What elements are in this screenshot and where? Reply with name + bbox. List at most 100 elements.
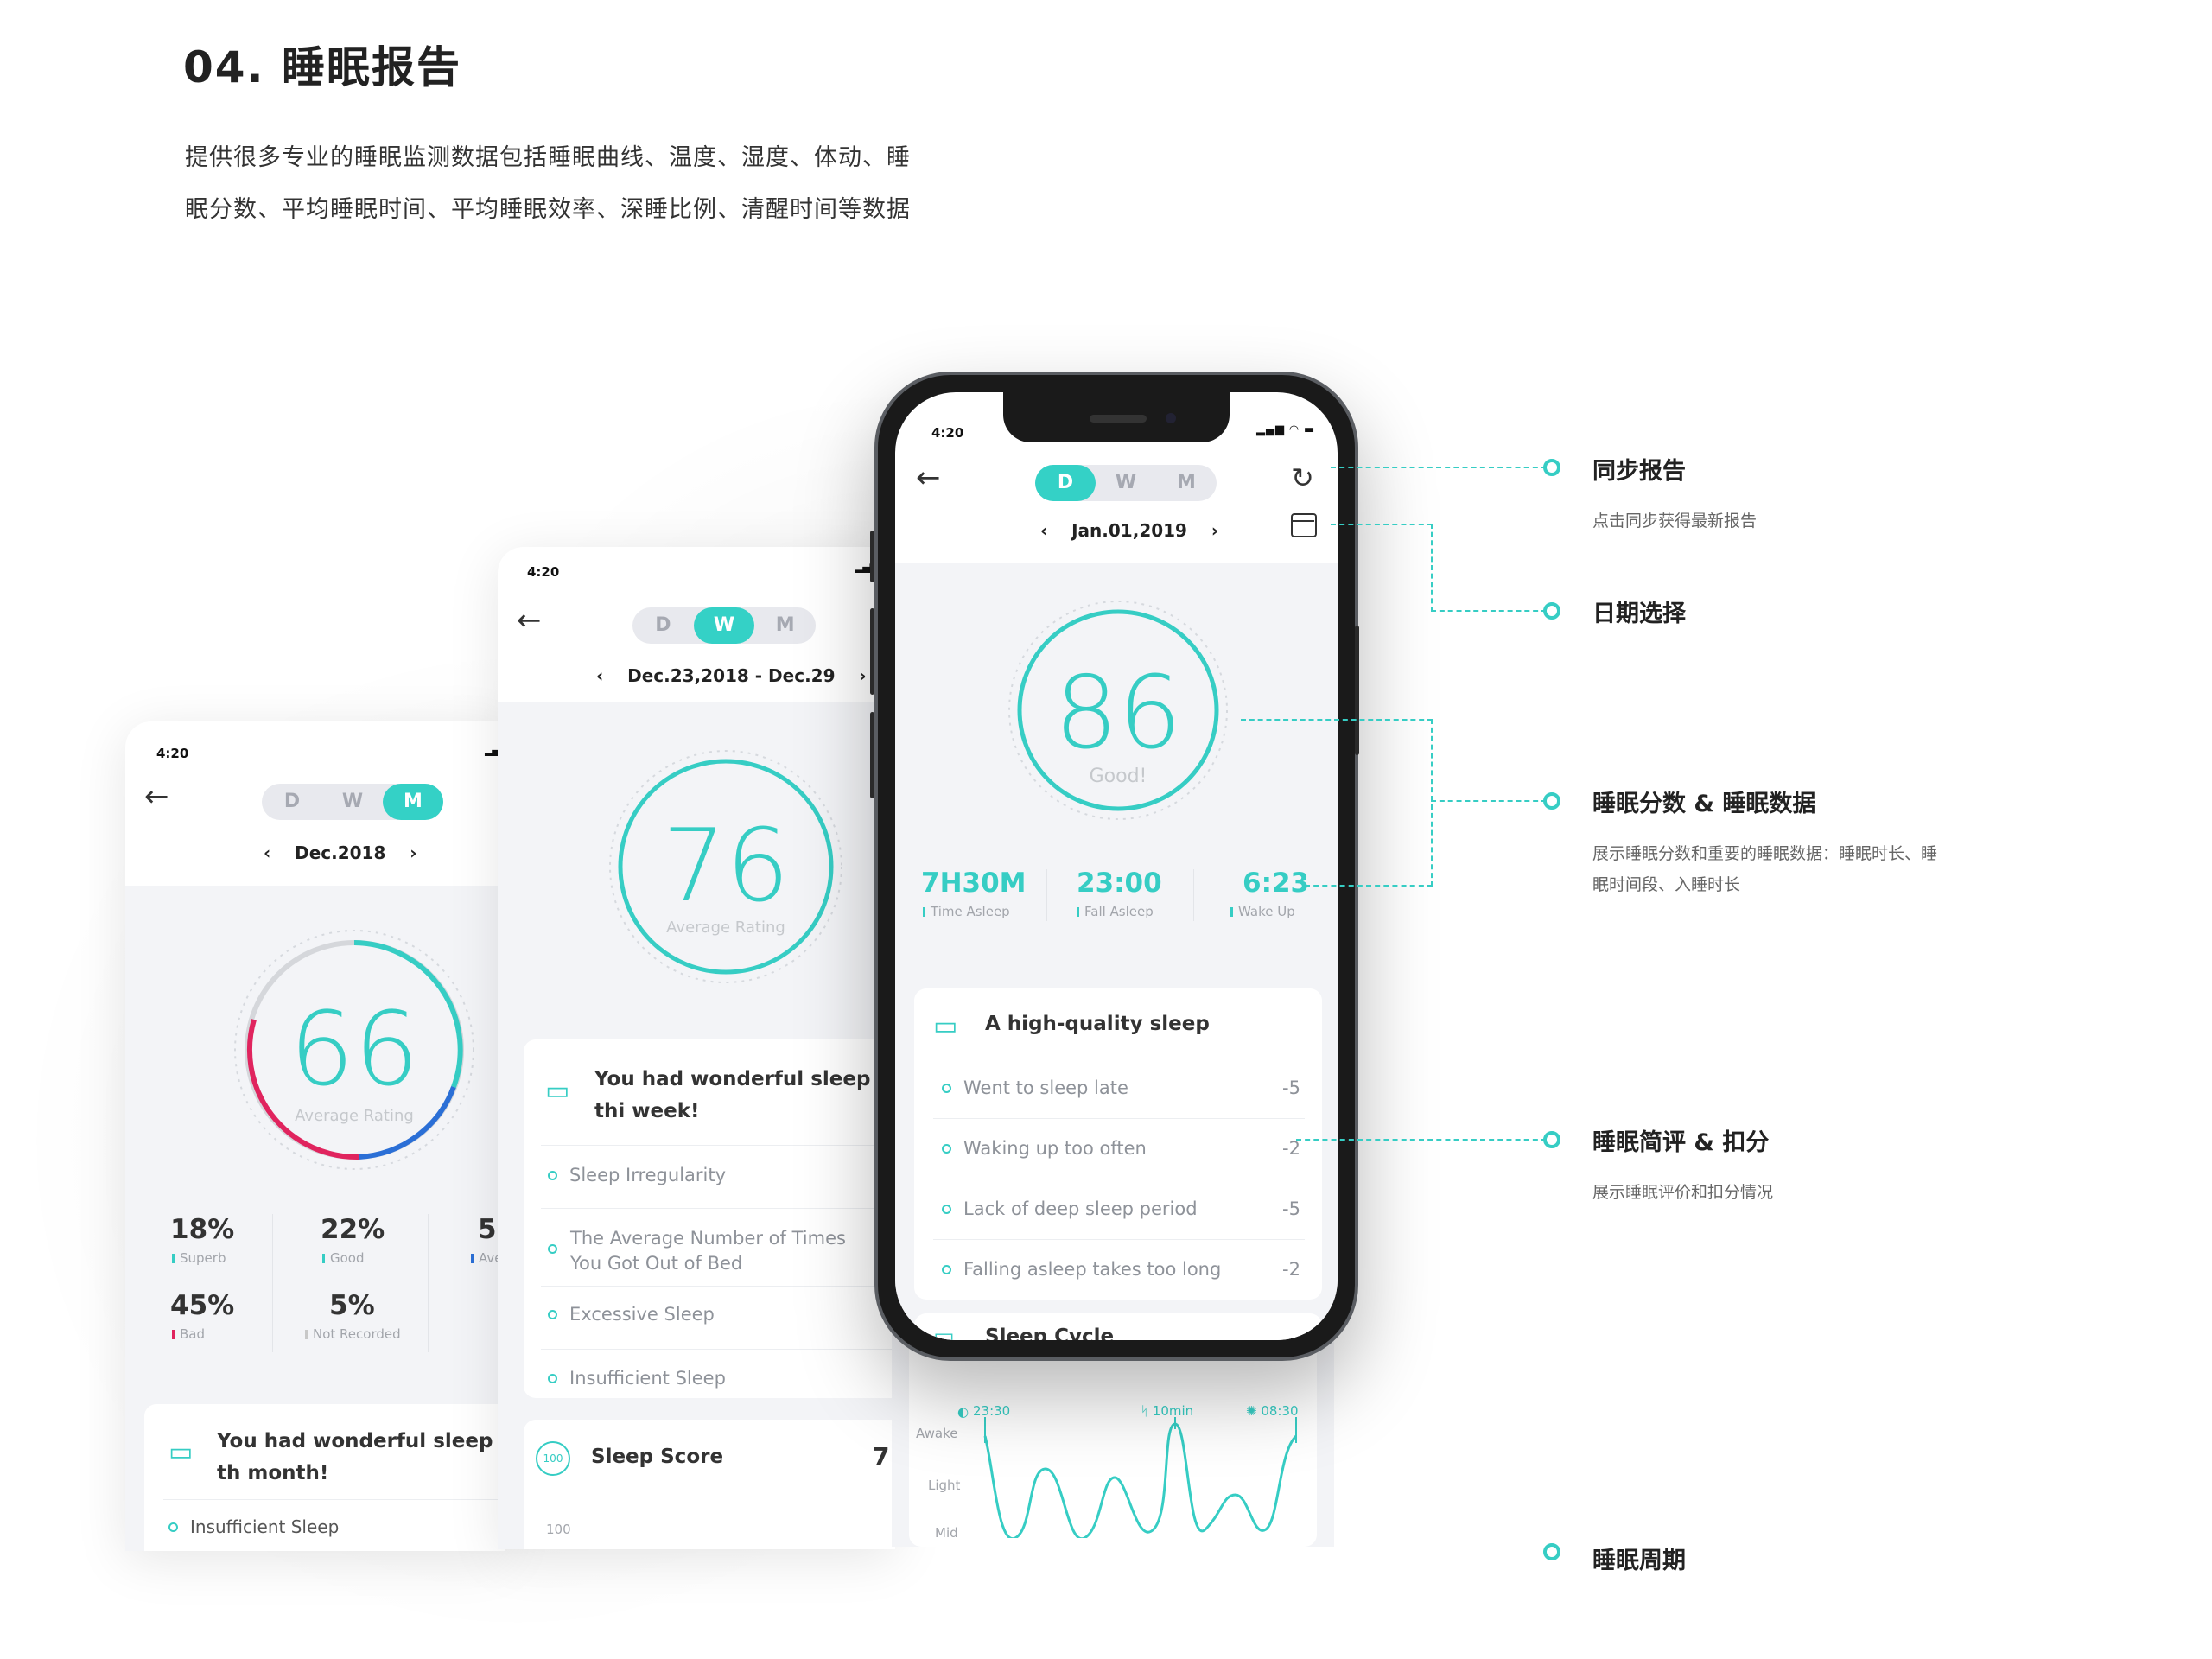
- day-report-screen: 4:20 ▂▄▆ ◠ ▬ ← D W M ↻ ‹ Jan.01,2019 › 8…: [895, 392, 1338, 1340]
- prev-date-icon[interactable]: ‹: [596, 665, 603, 686]
- period-switch[interactable]: D W M: [262, 784, 443, 820]
- list-item: Excessive Sleep: [548, 1304, 715, 1325]
- time-asleep-label: Time Asleep: [923, 904, 1010, 919]
- divider: [541, 1208, 895, 1209]
- wake-up-label: Wake Up: [1230, 904, 1295, 919]
- annotation-dot: [1543, 792, 1560, 810]
- deduction-item: Waking up too often: [942, 1138, 1147, 1159]
- tab-day[interactable]: D: [1035, 465, 1096, 501]
- date-label: Dec.2018: [295, 842, 386, 863]
- tab-day[interactable]: D: [632, 607, 694, 644]
- prev-date-icon[interactable]: ‹: [264, 842, 270, 863]
- summary-title: You had wonderful sleep thi week!: [594, 1068, 871, 1122]
- page-description-line-1: 提供很多专业的睡眠监测数据包括睡眠曲线、温度、湿度、体动、睡: [185, 144, 911, 171]
- chart-axis-label: 100: [546, 1522, 571, 1537]
- annotation-review-desc: 展示睡眠评价和扣分情况: [1592, 1183, 1774, 1202]
- leader-line: [1331, 467, 1547, 468]
- page-description-line-2: 眠分数、平均睡眠时间、平均睡眠效率、深睡比例、清醒时间等数据: [185, 196, 911, 223]
- sync-icon[interactable]: ↻: [1291, 461, 1314, 494]
- moon-icon: ◐: [957, 1404, 969, 1420]
- side-button: [870, 712, 874, 798]
- tab-month[interactable]: M: [1156, 465, 1217, 501]
- annotation-dot: [1543, 1543, 1560, 1560]
- side-button: [1355, 626, 1359, 755]
- tab-week[interactable]: W: [1096, 465, 1156, 501]
- tab-month[interactable]: M: [754, 607, 816, 644]
- stat-good-label: Good: [322, 1250, 365, 1266]
- annotation-cycle-title: 睡眠周期: [1592, 1548, 1686, 1574]
- back-arrow-icon[interactable]: ←: [517, 606, 542, 635]
- divider: [1046, 869, 1047, 921]
- leader-line: [1331, 524, 1433, 525]
- divider: [541, 1145, 895, 1146]
- period-switch[interactable]: D W M: [632, 607, 816, 644]
- comment-icon: ▭: [933, 1011, 958, 1041]
- score-label: Average Rating: [295, 1107, 414, 1125]
- status-time: 4:20: [527, 564, 560, 580]
- tab-day[interactable]: D: [262, 784, 322, 820]
- divider: [541, 1349, 895, 1350]
- status-icons: ▂▄▆ ◠ ▬: [1256, 423, 1316, 436]
- leader-line: [1431, 610, 1547, 612]
- next-date-icon[interactable]: ›: [410, 842, 416, 863]
- score-value: 76: [662, 808, 790, 925]
- side-button: [870, 531, 874, 582]
- cycle-level-mid: Mid: [935, 1525, 958, 1541]
- deduction-item: Falling asleep takes too long: [942, 1259, 1221, 1280]
- divider: [428, 1214, 429, 1352]
- leader-line: [1431, 719, 1433, 887]
- divider: [1193, 869, 1194, 921]
- prev-date-icon[interactable]: ‹: [1040, 520, 1047, 541]
- sleep-cycle-curve: [983, 1417, 1298, 1538]
- fall-asleep-value: 23:00: [1077, 868, 1162, 899]
- divider: [272, 1214, 273, 1352]
- deduction-item: Went to sleep late: [942, 1077, 1128, 1098]
- calendar-icon[interactable]: [1291, 513, 1317, 537]
- comment-icon: ▭: [545, 1076, 570, 1106]
- page-title: 04. 睡眠报告: [183, 42, 461, 92]
- deduction-value: -2: [1282, 1138, 1300, 1159]
- leader-line: [1241, 719, 1433, 721]
- annotation-score-desc-2: 眠时间段、入睡时长: [1592, 875, 1741, 894]
- leader-line: [1296, 1139, 1547, 1141]
- next-date-icon[interactable]: ›: [859, 665, 866, 686]
- date-label: Dec.23,2018 - Dec.29: [627, 665, 836, 686]
- summary-title: A high-quality sleep: [985, 1013, 1210, 1035]
- time-asleep-value: 7H30M: [921, 868, 1027, 899]
- list-item-dot: [548, 1242, 569, 1258]
- deduction-item: Lack of deep sleep period: [942, 1198, 1198, 1219]
- speaker: [1090, 415, 1147, 423]
- cycle-level-light: Light: [928, 1478, 961, 1493]
- summary-title: You had wonderful sleep th month!: [217, 1430, 493, 1484]
- annotation-sync-title: 同步报告: [1592, 458, 1686, 485]
- divider: [163, 1499, 505, 1500]
- fall-asleep-label: Fall Asleep: [1077, 904, 1154, 919]
- sleep-cycle-title: Sleep Cycle: [985, 1325, 1115, 1340]
- phone-notch: [1003, 392, 1230, 442]
- tab-week[interactable]: W: [322, 784, 383, 820]
- stat-superb-label: Superb: [172, 1250, 226, 1266]
- annotation-sync-desc: 点击同步获得最新报告: [1592, 512, 1758, 531]
- annotation-dot: [1543, 1131, 1560, 1148]
- camera: [1166, 413, 1176, 423]
- next-date-icon[interactable]: ›: [1211, 520, 1218, 541]
- tab-month[interactable]: M: [383, 784, 443, 820]
- list-item: Insufficient Sleep: [168, 1516, 339, 1537]
- leader-line: [1305, 885, 1433, 887]
- annotation-dot: [1543, 459, 1560, 476]
- score-label: Good!: [1089, 766, 1147, 787]
- sleep-score-title: Sleep Score: [591, 1446, 724, 1468]
- annotation-date-title: 日期选择: [1592, 601, 1686, 627]
- period-switch[interactable]: D W M: [1035, 465, 1217, 501]
- back-arrow-icon[interactable]: ←: [916, 463, 941, 493]
- annotation-score-desc-1: 展示睡眠分数和重要的睡眠数据：睡眠时长、睡: [1592, 844, 1938, 863]
- score-value: 86: [1054, 655, 1182, 772]
- date-label: Jan.01,2019: [1071, 520, 1187, 541]
- tab-week[interactable]: W: [693, 607, 755, 644]
- list-item: The Average Number of Times You Got Out …: [570, 1228, 846, 1274]
- divider: [933, 1239, 1305, 1240]
- back-arrow-icon[interactable]: ←: [144, 782, 169, 811]
- stat-good-value: 22%: [321, 1214, 385, 1245]
- annotation-dot: [1543, 602, 1560, 620]
- month-report-screen: 4:20 ▂▄▆ ← D W M ‹ Dec.2018 › 66 Average…: [125, 721, 505, 1551]
